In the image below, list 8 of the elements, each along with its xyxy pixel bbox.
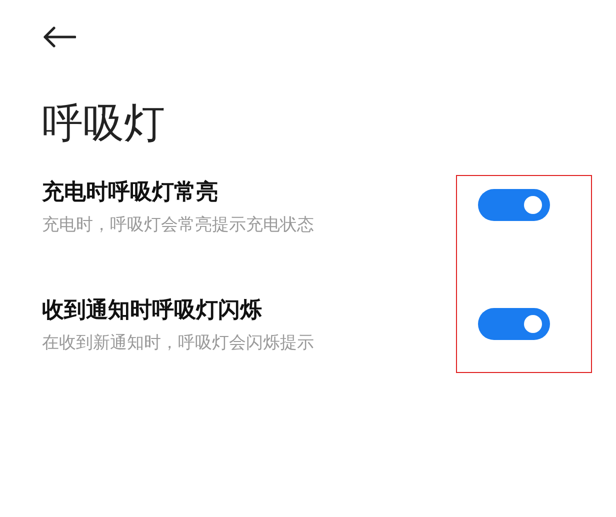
setting-description: 在收到新通知时，呼吸灯会闪烁提示 — [42, 332, 315, 355]
toggle-switch[interactable] — [478, 189, 550, 221]
setting-title: 充电时呼吸灯常亮 — [42, 179, 219, 207]
setting-description: 充电时，呼吸灯会常亮提示充电状态 — [42, 214, 315, 237]
setting-title: 收到通知时呼吸灯闪烁 — [42, 297, 263, 325]
back-arrow-icon[interactable] — [42, 26, 76, 48]
toggle-switch[interactable] — [478, 308, 550, 340]
page-title: 呼吸灯 — [42, 98, 166, 148]
